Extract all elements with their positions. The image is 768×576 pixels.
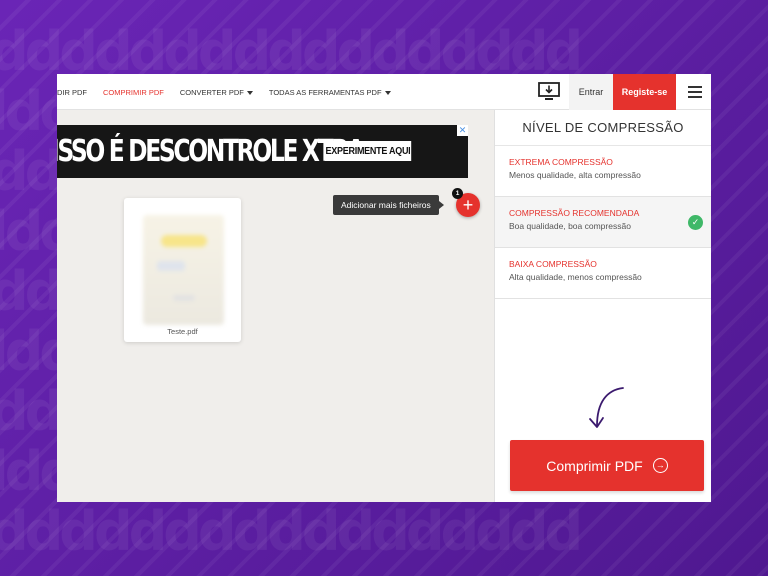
main-nav: DIR PDF COMPRIMIR PDF CONVERTER PDF TODA… xyxy=(57,74,407,110)
option-recommended-compression[interactable]: COMPRESSÃO RECOMENDADA Boa qualidade, bo… xyxy=(495,197,711,248)
compression-sidebar: NÍVEL DE COMPRESSÃO EXTREMA COMPRESSÃO M… xyxy=(494,110,711,502)
option-description: Menos qualidade, alta compressão xyxy=(509,170,641,180)
nav-item-todas-ferramentas[interactable]: TODAS AS FERRAMENTAS PDF xyxy=(269,88,391,97)
compress-button-label: Comprimir PDF xyxy=(546,457,643,474)
sidebar-title: NÍVEL DE COMPRESSÃO xyxy=(495,110,711,146)
option-low-compression[interactable]: BAIXA COMPRESSÃO Alta qualidade, menos c… xyxy=(495,248,711,299)
compress-pdf-button[interactable]: Comprimir PDF → xyxy=(510,440,704,491)
option-description: Alta qualidade, menos compressão xyxy=(509,272,642,282)
nav-item-comprimir[interactable]: COMPRIMIR PDF xyxy=(103,88,164,97)
option-description: Boa qualidade, boa compressão xyxy=(509,221,631,231)
file-name: Teste.pdf xyxy=(167,327,198,336)
ad-headline: ISSO É DESCONTROLE XTRA xyxy=(57,134,365,169)
nav-item-converter-label: CONVERTER PDF xyxy=(179,87,244,97)
top-navbar: DIR PDF COMPRIMIR PDF CONVERTER PDF TODA… xyxy=(57,74,711,110)
hand-drawn-arrow-icon xyxy=(589,387,624,428)
option-title: COMPRESSÃO RECOMENDADA xyxy=(509,208,640,218)
option-title: BAIXA COMPRESSÃO xyxy=(509,259,597,269)
login-button[interactable]: Entrar xyxy=(569,74,613,110)
file-thumbnail xyxy=(143,215,224,325)
hamburger-menu-icon[interactable] xyxy=(688,86,702,98)
ad-close-icon[interactable]: ✕ xyxy=(457,125,468,136)
option-extreme-compression[interactable]: EXTREMA COMPRESSÃO Menos qualidade, alta… xyxy=(495,146,711,197)
file-count-badge: 1 xyxy=(452,188,463,199)
register-button[interactable]: Registe-se xyxy=(613,74,676,110)
arrow-right-circle-icon: → xyxy=(652,458,668,473)
plus-icon: + xyxy=(462,195,474,215)
add-more-files-tooltip: Adicionar mais ficheiros xyxy=(333,195,444,215)
desktop-download-icon[interactable] xyxy=(538,82,560,102)
check-icon: ✓ xyxy=(688,215,703,230)
nav-item-todas-label: TODAS AS FERRAMENTAS PDF xyxy=(268,87,382,97)
ad-cta-button[interactable]: EXPERIMENTE AQUI xyxy=(324,141,412,161)
nav-item-converter[interactable]: CONVERTER PDF xyxy=(180,88,253,97)
chevron-down-icon xyxy=(384,90,391,95)
chevron-down-icon xyxy=(246,90,253,95)
option-title: EXTREMA COMPRESSÃO xyxy=(509,157,613,167)
file-card[interactable]: Teste.pdf xyxy=(124,198,241,342)
ad-banner[interactable]: ISSO É DESCONTROLE XTRA EXPERIMENTE AQUI… xyxy=(57,125,468,178)
nav-item-dividir[interactable]: DIR PDF xyxy=(57,88,87,97)
app-window: DIR PDF COMPRIMIR PDF CONVERTER PDF TODA… xyxy=(57,74,711,502)
